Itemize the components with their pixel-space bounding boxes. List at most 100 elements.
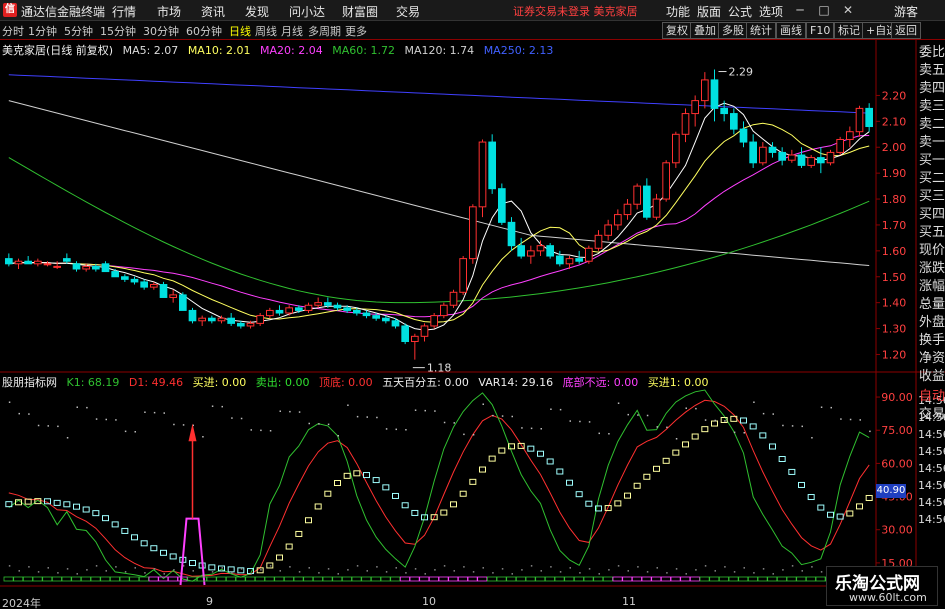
tab-monthly[interactable]: 月线 <box>281 23 303 39</box>
close-icon[interactable]: ✕ <box>838 3 858 17</box>
menu-news[interactable]: 资讯 <box>201 3 225 20</box>
indicator-ribbon-cell <box>631 576 642 582</box>
indicator-square <box>450 501 457 508</box>
tab-30min[interactable]: 30分钟 <box>143 23 179 39</box>
tab-15min[interactable]: 15分钟 <box>100 23 136 39</box>
candle-body <box>643 185 651 218</box>
overlay-button[interactable]: 叠加 <box>690 22 720 39</box>
indicator-square <box>769 443 776 450</box>
indicator-ribbon-cell <box>496 576 507 582</box>
indicator-dot <box>298 411 301 413</box>
indicator-ribbon-cell <box>61 576 72 582</box>
candle-body <box>604 224 612 236</box>
indicator-dot <box>840 418 842 420</box>
date-label-sep: 9 <box>206 595 213 608</box>
side-item-6[interactable]: 买一 <box>917 152 945 170</box>
multi-stock-button[interactable]: 多股 <box>718 22 748 39</box>
indicator-ribbon-cell <box>312 576 323 582</box>
side-indicator-item-0[interactable]: 自动 <box>917 388 945 406</box>
candle-body <box>565 258 574 265</box>
indicator-dot <box>550 566 552 568</box>
indicator-dot <box>443 565 446 567</box>
indicator-square <box>643 473 651 480</box>
menu-trade[interactable]: 交易 <box>396 3 420 20</box>
tab-1min[interactable]: 1分钟 <box>28 23 57 39</box>
side-item-11[interactable]: 现价 <box>917 242 945 260</box>
tab-multi-period[interactable]: 多周期 <box>308 23 341 39</box>
indicator-dot <box>453 422 455 424</box>
menu-ask[interactable]: 问小达 <box>289 3 325 20</box>
indicator-square <box>208 564 216 571</box>
mark-button[interactable]: 标记 <box>834 22 864 39</box>
login-notice[interactable]: 证券交易未登录 美克家居 <box>513 3 638 19</box>
indicator-square <box>459 490 467 497</box>
side-item-1[interactable]: 卖五 <box>917 62 945 80</box>
indicator-dot <box>318 423 320 425</box>
side-item-8[interactable]: 买三 <box>917 188 945 206</box>
menu-layout[interactable]: 版面 <box>697 3 721 20</box>
indicator-ribbon-cell <box>109 576 120 582</box>
indicator-square <box>343 472 351 479</box>
menu-function[interactable]: 功能 <box>666 3 690 20</box>
draw-line-button[interactable]: 画线 <box>776 22 806 39</box>
menu-formula[interactable]: 公式 <box>728 3 752 20</box>
f10-button[interactable]: F10 <box>806 22 835 39</box>
side-item-7[interactable]: 买二 <box>917 170 945 188</box>
menu-market[interactable]: 市场 <box>157 3 181 20</box>
menu-options[interactable]: 选项 <box>759 3 783 20</box>
indicator-ribbon-cell <box>71 576 82 582</box>
indicator-dot <box>627 413 629 416</box>
menu-discover[interactable]: 发现 <box>245 3 269 20</box>
tab-daily[interactable]: 日线 <box>229 23 251 39</box>
indicator-square <box>382 484 390 491</box>
side-item-3[interactable]: 卖三 <box>917 98 945 116</box>
indicator-dot <box>637 566 639 568</box>
indicator-ribbon-cell <box>264 576 275 582</box>
kline-chart[interactable]: 2.20 2.10 2.00 1.90 1.80 1.70 1.60 1.50 1.40 1.30… <box>0 40 945 595</box>
guest-login[interactable]: 游客 <box>894 3 918 20</box>
menu-wealth[interactable]: 财富圈 <box>342 3 378 20</box>
candle-body <box>14 260 23 265</box>
side-item-17[interactable]: 净资 <box>917 350 945 368</box>
tab-timeshare[interactable]: 分时 <box>2 23 24 39</box>
adjust-button[interactable]: 复权 <box>662 22 692 39</box>
side-item-2[interactable]: 卖四 <box>917 80 945 98</box>
side-item-14[interactable]: 总量 <box>917 296 945 314</box>
maximize-icon[interactable]: □ <box>814 3 834 17</box>
legend-ma20: MA20: 2.04 <box>260 44 323 57</box>
tab-5min[interactable]: 5分钟 <box>64 23 93 39</box>
back-button[interactable]: 返回 <box>891 22 921 39</box>
indicator-ribbon-cell <box>718 576 729 582</box>
indicator-dot <box>482 567 484 569</box>
side-item-4[interactable]: 卖二 <box>917 116 945 134</box>
indicator-square <box>807 494 815 501</box>
side-item-13[interactable]: 涨幅 <box>917 278 945 296</box>
indicator-ribbon-cell <box>670 576 681 582</box>
side-item-16[interactable]: 换手 <box>917 332 945 350</box>
tab-weekly[interactable]: 周线 <box>255 23 277 39</box>
menu-quotes[interactable]: 行情 <box>112 3 136 20</box>
side-item-10[interactable]: 买五 <box>917 224 945 242</box>
time-axis-label: 14:56 <box>918 496 945 509</box>
side-item-15[interactable]: 外盘 <box>917 314 945 332</box>
indicator-dot <box>173 423 175 426</box>
tab-more[interactable]: 更多 <box>345 23 367 39</box>
side-item-18[interactable]: 收益 <box>917 368 945 386</box>
minimize-icon[interactable]: ─ <box>790 3 810 17</box>
tab-60min[interactable]: 60分钟 <box>186 23 222 39</box>
side-item-12[interactable]: 涨跌 <box>917 260 945 278</box>
candle-body <box>546 245 554 257</box>
side-item-5[interactable]: 卖一 <box>917 134 945 152</box>
indicator-dot <box>260 429 262 432</box>
candle-body <box>449 291 458 306</box>
side-item-0[interactable]: 委比 <box>917 44 945 62</box>
candle-body <box>730 113 738 130</box>
candle-body <box>237 322 245 327</box>
side-indicator-item-1[interactable]: 交易 <box>917 406 945 424</box>
candle-body <box>150 284 158 288</box>
indicator-dot <box>849 418 852 421</box>
statistics-button[interactable]: 统计 <box>746 22 776 39</box>
side-item-9[interactable]: 买四 <box>917 206 945 224</box>
indicator-dot <box>811 437 813 439</box>
chart-area[interactable]: 2.20 2.10 2.00 1.90 1.80 1.70 1.60 1.50 1.40 1.30… <box>0 40 945 595</box>
